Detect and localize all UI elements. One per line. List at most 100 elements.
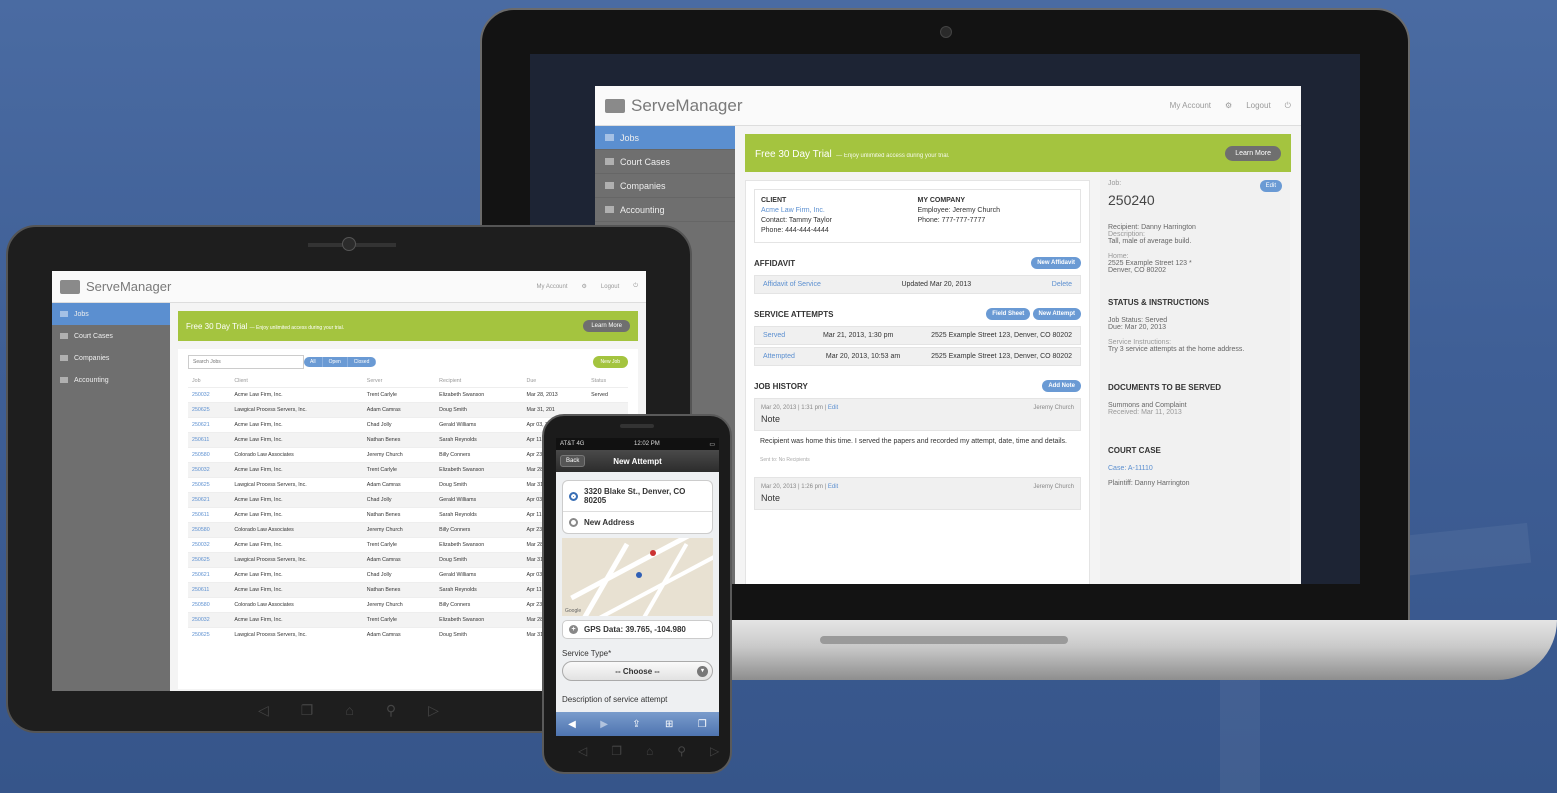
- table-cell[interactable]: 250611: [188, 432, 231, 448]
- job-number: 250240: [1108, 192, 1155, 208]
- learn-more-button[interactable]: Learn More: [583, 320, 630, 332]
- table-cell: Mar 28, 2013: [522, 387, 588, 403]
- forward-arrow-icon[interactable]: ▶: [600, 719, 608, 730]
- table-cell[interactable]: 250580: [188, 522, 231, 538]
- table-cell[interactable]: 250625: [188, 552, 231, 568]
- table-cell: Acme Law Firm, Inc.: [230, 582, 363, 598]
- map-view[interactable]: Google: [562, 538, 713, 616]
- filter-closed[interactable]: Closed: [348, 357, 377, 367]
- table-cell: Billy Conners: [435, 522, 523, 538]
- service-type-select[interactable]: -- Choose -- ▾: [562, 661, 713, 681]
- jobs-icon: [605, 134, 614, 141]
- table-cell[interactable]: 250580: [188, 447, 231, 463]
- table-cell: Elizabeth Swanson: [435, 462, 523, 478]
- share-icon[interactable]: ⇪: [632, 719, 640, 730]
- table-cell[interactable]: 250611: [188, 582, 231, 598]
- new-job-button[interactable]: New Job: [592, 356, 628, 368]
- radio-icon: [569, 518, 578, 527]
- table-cell: Lawgical Process Servers, Inc.: [230, 477, 363, 493]
- sidebar-item-court-cases[interactable]: Court Cases: [52, 325, 170, 347]
- field-sheet-button[interactable]: Field Sheet: [986, 308, 1031, 320]
- back-button[interactable]: Back: [560, 455, 586, 467]
- table-cell: Acme Law Firm, Inc.: [230, 507, 363, 523]
- delete-link[interactable]: Delete: [1052, 281, 1072, 288]
- search-input[interactable]: [188, 355, 304, 369]
- logout-link[interactable]: Logout: [601, 284, 619, 290]
- gear-icon[interactable]: ⚙: [582, 283, 587, 290]
- court-icon: [60, 333, 68, 339]
- case-link[interactable]: Case: A-11110: [1108, 465, 1282, 472]
- column-header[interactable]: Due: [523, 375, 588, 388]
- table-cell: Doug Smith: [435, 627, 523, 642]
- trial-banner: Free 30 Day Trial — Enjoy unlimited acce…: [178, 311, 638, 341]
- column-header[interactable]: Job: [188, 375, 230, 388]
- forward-icon[interactable]: ▷: [428, 702, 439, 719]
- edit-job-button[interactable]: Edit: [1259, 180, 1282, 192]
- address-option[interactable]: 3320 Blake St., Denver, CO 80205: [563, 481, 712, 511]
- table-cell: Doug Smith: [435, 402, 523, 418]
- column-header[interactable]: Client: [230, 375, 362, 388]
- gps-data-row[interactable]: + GPS Data: 39.765, -104.980: [562, 620, 713, 639]
- table-cell[interactable]: 250621: [188, 492, 231, 508]
- accounting-icon: [60, 377, 68, 383]
- recent-apps-icon[interactable]: ❐: [301, 702, 314, 719]
- column-header[interactable]: Status: [587, 375, 628, 388]
- filter-all[interactable]: All: [304, 357, 323, 367]
- column-header[interactable]: Server: [363, 375, 435, 388]
- table-cell[interactable]: 250625: [188, 402, 231, 418]
- table-cell[interactable]: 250621: [188, 417, 231, 433]
- table-cell: Colorado Law Associates: [230, 597, 363, 613]
- column-header[interactable]: Recipient: [435, 375, 522, 388]
- home-icon[interactable]: ⌂: [646, 744, 653, 758]
- recent-apps-icon[interactable]: ❐: [611, 744, 622, 758]
- add-note-button[interactable]: Add Note: [1042, 380, 1081, 392]
- gear-icon[interactable]: ⚙: [1225, 101, 1232, 110]
- my-account-link[interactable]: My Account: [1170, 101, 1211, 110]
- power-icon[interactable]: ⏻: [633, 283, 638, 290]
- learn-more-button[interactable]: Learn More: [1225, 145, 1281, 161]
- new-attempt-button[interactable]: New Attempt: [1032, 308, 1081, 320]
- trial-banner: Free 30 Day Trial — Enjoy unlimited acce…: [745, 134, 1291, 172]
- back-icon[interactable]: ◁: [258, 702, 269, 719]
- sidebar-item-jobs[interactable]: Jobs: [52, 303, 170, 325]
- sidebar-item-court-cases[interactable]: Court Cases: [595, 150, 735, 174]
- filter-open[interactable]: Open: [323, 357, 348, 367]
- search-icon[interactable]: ⚲: [386, 702, 396, 719]
- tabs-icon[interactable]: ❐: [698, 719, 707, 730]
- sidebar-item-companies[interactable]: Companies: [595, 174, 735, 198]
- my-account-link[interactable]: My Account: [536, 284, 567, 290]
- sidebar-item-companies[interactable]: Companies: [52, 347, 170, 369]
- app-logo[interactable]: ServeManager: [60, 279, 171, 294]
- table-cell: Nathan Benes: [362, 582, 436, 598]
- table-cell[interactable]: 250611: [188, 507, 231, 523]
- table-cell[interactable]: 250032: [188, 387, 231, 403]
- table-cell[interactable]: 250625: [188, 477, 231, 493]
- table-cell[interactable]: 250625: [188, 627, 231, 642]
- new-address-option[interactable]: New Address: [563, 511, 712, 533]
- table-cell: Nathan Benes: [362, 432, 436, 448]
- bookmarks-icon[interactable]: ⊞: [665, 719, 673, 730]
- back-icon[interactable]: ◁: [578, 744, 587, 758]
- new-affidavit-button[interactable]: New Affidavit: [1031, 257, 1081, 269]
- search-icon[interactable]: ⚲: [677, 744, 686, 758]
- client-link[interactable]: Acme Law Firm, Inc.: [761, 206, 918, 216]
- table-cell: Nathan Benes: [362, 507, 436, 523]
- home-icon[interactable]: ⌂: [345, 702, 353, 719]
- table-row[interactable]: 250032 Acme Law Firm, Inc. Trent Carlyle El…: [188, 387, 628, 403]
- back-arrow-icon[interactable]: ◀: [568, 719, 576, 730]
- power-icon[interactable]: ⏻: [1285, 101, 1291, 111]
- table-cell[interactable]: 250032: [188, 612, 231, 628]
- table-cell[interactable]: 250032: [188, 537, 231, 553]
- table-cell[interactable]: 250580: [188, 597, 231, 613]
- sidebar-item-jobs[interactable]: Jobs: [595, 126, 735, 150]
- attempt-row: Served Mar 21, 2013, 1:30 pm 2525 Example …: [754, 326, 1081, 345]
- logout-link[interactable]: Logout: [1246, 101, 1270, 110]
- sidebar-item-accounting[interactable]: Accounting: [52, 369, 170, 391]
- sidebar-item-accounting[interactable]: Accounting: [595, 198, 735, 222]
- table-cell[interactable]: 250621: [188, 567, 231, 583]
- forward-icon[interactable]: ▷: [710, 744, 719, 758]
- folder-logo-icon: [605, 98, 625, 113]
- table-cell[interactable]: 250032: [188, 462, 231, 478]
- app-logo[interactable]: ServeManager: [605, 96, 743, 116]
- folder-logo-icon: [60, 279, 80, 294]
